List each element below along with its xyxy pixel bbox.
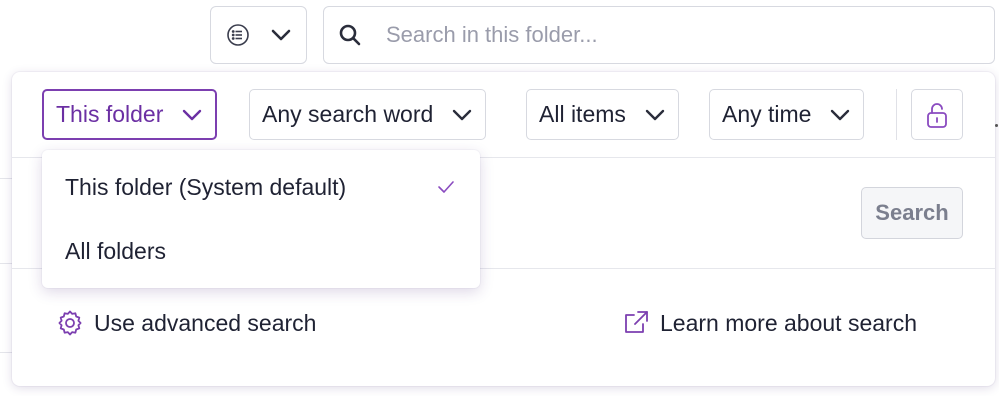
chevron-down-icon <box>451 108 473 122</box>
chevron-down-icon <box>644 108 666 122</box>
search-button[interactable]: Search <box>861 187 963 239</box>
lock-filters-button[interactable] <box>911 89 963 140</box>
gear-icon <box>56 309 84 337</box>
item-type-filter-dropdown[interactable]: All items <box>526 89 679 140</box>
search-field[interactable] <box>323 6 995 64</box>
scope-dropdown-menu: This folder (System default) All folders <box>42 150 480 288</box>
dropdown-item-label: All folders <box>65 237 166 264</box>
time-filter-dropdown[interactable]: Any time <box>709 89 865 140</box>
dropdown-item-all-folders[interactable]: All folders <box>42 221 480 281</box>
list-icon <box>226 23 250 47</box>
chevron-down-icon <box>181 108 203 122</box>
search-word-filter-dropdown[interactable]: Any search word <box>249 89 487 140</box>
unlock-icon <box>926 101 948 129</box>
search-input[interactable] <box>362 7 994 63</box>
toolbar-divider <box>896 89 897 140</box>
external-link-icon <box>622 309 650 337</box>
learn-more-link[interactable]: Learn more about search <box>622 305 917 341</box>
search-icon <box>338 23 362 47</box>
advanced-search-label: Use advanced search <box>94 309 317 336</box>
search-word-filter-label: Any search word <box>262 101 434 127</box>
learn-more-label: Learn more about search <box>660 309 917 336</box>
dropdown-item-label: This folder (System default) <box>65 173 347 200</box>
filter-row: This folder Any search word All items An… <box>12 72 998 158</box>
item-type-filter-label: All items <box>539 101 626 127</box>
view-options-button[interactable] <box>210 6 307 64</box>
dropdown-item-this-folder[interactable]: This folder (System default) <box>42 157 480 217</box>
chevron-down-icon <box>829 108 851 122</box>
checkmark-icon <box>436 179 456 195</box>
overflow-mark <box>995 124 998 127</box>
scope-filter-label: This folder <box>56 101 164 127</box>
scope-filter-dropdown[interactable]: This folder <box>42 89 218 140</box>
advanced-search-link[interactable]: Use advanced search <box>56 305 316 341</box>
time-filter-label: Any time <box>722 101 812 127</box>
chevron-down-icon <box>270 28 292 42</box>
